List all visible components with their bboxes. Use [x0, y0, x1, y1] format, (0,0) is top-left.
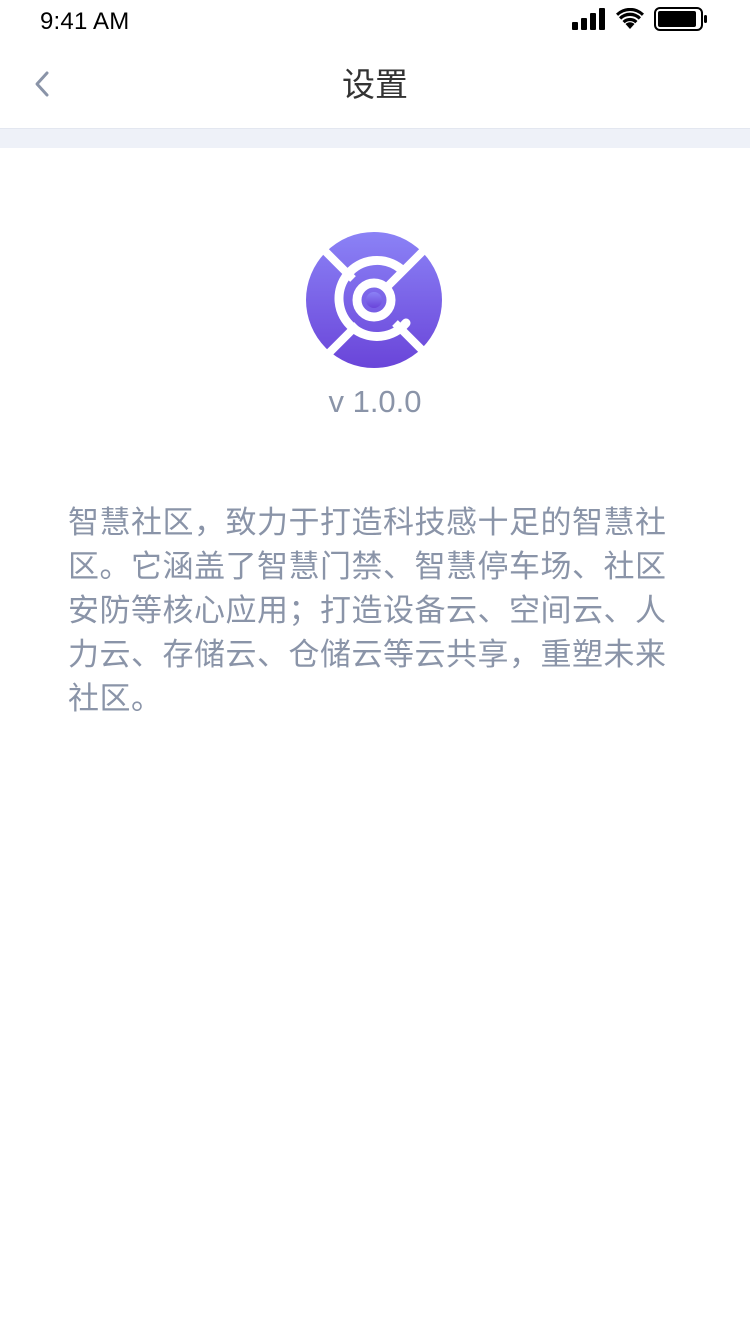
app-logo-icon — [305, 231, 443, 369]
nav-bar: 设置 — [0, 44, 750, 128]
wifi-icon — [616, 7, 644, 34]
header-divider — [0, 128, 750, 148]
about-screen: 9:41 AM 设置 v 1.0.0 智慧社区，致力于打造科技感十足的智慧社区。… — [0, 0, 750, 1334]
status-icons — [572, 7, 708, 35]
battery-icon — [654, 7, 708, 35]
status-time: 9:41 AM — [40, 8, 130, 35]
app-description: 智慧社区，致力于打造科技感十足的智慧社区。它涵盖了智慧门禁、智慧停车场、社区安防… — [68, 505, 667, 717]
version-label: v 1.0.0 — [328, 384, 422, 419]
status-bar: 9:41 AM — [0, 0, 750, 44]
page-title: 设置 — [342, 65, 408, 104]
signal-icon — [572, 8, 606, 34]
